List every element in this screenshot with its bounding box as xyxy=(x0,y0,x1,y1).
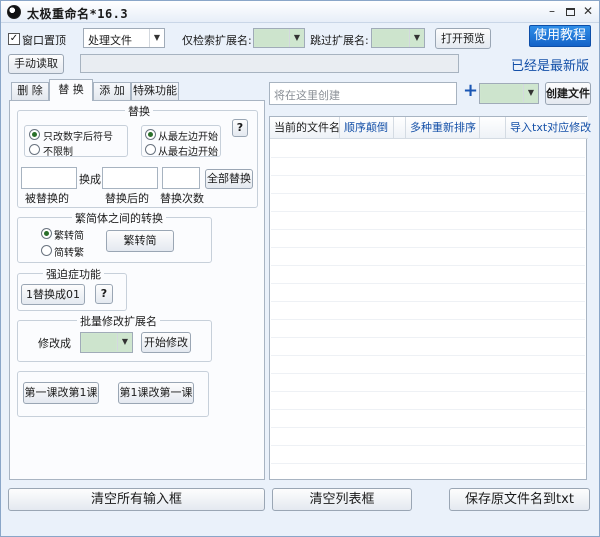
radio-unlimited-label: 不限制 xyxy=(43,147,73,158)
skip-ext-select[interactable]: ▼ xyxy=(371,28,425,48)
caption-after: 替换后的 xyxy=(105,192,149,205)
replace-help-button[interactable]: ? xyxy=(232,119,248,137)
start-change-button[interactable]: 开始修改 xyxy=(141,332,191,353)
replace-source-input[interactable] xyxy=(21,167,77,189)
tab-special[interactable]: 特殊功能 xyxy=(131,82,179,100)
change-to-label: 修改成 xyxy=(38,337,71,350)
version-status: 已经是最新版 xyxy=(511,59,590,74)
chevron-down-icon: ▼ xyxy=(149,29,164,47)
clear-all-inputs-button[interactable]: 清空所有输入框 xyxy=(8,488,265,511)
chevron-down-icon: ▼ xyxy=(409,29,424,47)
mode-select-value: 处理文件 xyxy=(88,34,132,47)
trad-simp-group-title: 繁简体之间的转换 xyxy=(72,210,166,226)
clear-list-button[interactable]: 清空列表框 xyxy=(272,488,412,511)
radio-from-right-label: 从最右边开始 xyxy=(158,147,218,158)
maximize-icon xyxy=(565,7,575,16)
chevron-down-icon: ▼ xyxy=(289,29,304,47)
create-name-placeholder: 将在这里创建 xyxy=(274,89,340,102)
column-reverse-order[interactable]: 顺序颠倒 xyxy=(340,117,394,139)
plus-icon: + xyxy=(463,80,479,101)
tab-add[interactable]: 添 加 xyxy=(93,82,131,100)
chevron-down-icon: ▼ xyxy=(117,333,132,351)
save-names-to-txt-button[interactable]: 保存原文件名到txt xyxy=(449,488,590,511)
search-ext-label: 仅检索扩展名: xyxy=(182,34,252,47)
caption-count: 替换次数 xyxy=(160,192,204,205)
ext-change-group-title: 批量修改扩展名 xyxy=(77,313,160,329)
open-preview-button[interactable]: 打开预览 xyxy=(435,28,491,49)
path-display-field[interactable] xyxy=(80,54,459,73)
search-ext-select[interactable]: ▼ xyxy=(253,28,305,48)
main-window: 太极重命名*16.3 – ✕ ✓ 窗口置顶 处理文件 ▼ 仅检索扩展名: ▼ 跳… xyxy=(0,0,600,537)
target-ext-select[interactable]: ▼ xyxy=(80,332,133,353)
window-title: 太极重命名*16.3 xyxy=(27,7,129,21)
chevron-down-icon: ▼ xyxy=(523,84,538,102)
column-import-txt[interactable]: 导入txt对应修改 xyxy=(506,117,591,139)
radio-trad-to-simp[interactable] xyxy=(41,228,52,239)
column-current-name[interactable]: 当前的文件名 xyxy=(270,117,340,139)
radio-digits-only-label: 只改数字后符号 xyxy=(43,132,113,143)
ocd-help-button[interactable]: ? xyxy=(95,284,113,304)
convert-chinese-button[interactable]: 繁转简 xyxy=(106,230,174,252)
radio-simp-to-trad[interactable] xyxy=(41,245,52,256)
ocd-group-title: 强迫症功能 xyxy=(43,266,104,282)
close-button[interactable]: ✕ xyxy=(579,4,597,20)
column-multi-sort[interactable]: 多种重新排序 xyxy=(406,117,480,139)
mode-select[interactable]: 处理文件 ▼ xyxy=(83,28,165,48)
tab-replace[interactable]: 替 换 xyxy=(49,79,93,101)
caption-before: 被替换的 xyxy=(25,192,69,205)
digit-to-chinese-lesson-button[interactable]: 第1课改第一课 xyxy=(118,382,194,404)
tab-panel-replace: 替换 只改数字后符号 不限制 从最左边开始 从最右边开始 ? 换成 全部替换 被… xyxy=(9,100,265,480)
create-file-button[interactable]: 创建文件 xyxy=(545,82,591,105)
maximize-button[interactable] xyxy=(561,4,579,20)
tab-delete[interactable]: 删 除 xyxy=(11,82,49,100)
create-ext-select[interactable]: ▼ xyxy=(479,83,539,104)
taiji-logo-icon xyxy=(7,5,21,19)
file-list[interactable]: 当前的文件名 顺序颠倒 多种重新排序 导入txt对应修改 xyxy=(269,116,591,480)
radio-unlimited[interactable] xyxy=(29,144,40,155)
minimize-button[interactable]: – xyxy=(543,4,561,20)
manual-read-button[interactable]: 手动读取 xyxy=(8,54,64,74)
radio-from-left[interactable] xyxy=(145,129,156,140)
replace-count-input[interactable] xyxy=(162,167,200,189)
swap-label: 换成 xyxy=(79,173,101,186)
title-bar: 太极重命名*16.3 – ✕ xyxy=(1,1,599,23)
replace-group-title: 替换 xyxy=(125,103,153,119)
radio-from-right[interactable] xyxy=(145,144,156,155)
replace-all-button[interactable]: 全部替换 xyxy=(205,169,253,189)
radio-trad-to-simp-label: 繁转简 xyxy=(54,231,84,242)
radio-digits-only[interactable] xyxy=(29,129,40,140)
pad-zero-button[interactable]: 1替换成01 xyxy=(21,284,85,305)
tutorial-button[interactable]: 使用教程 xyxy=(529,25,591,47)
skip-ext-label: 跳过扩展名: xyxy=(310,34,369,47)
replace-target-input[interactable] xyxy=(102,167,158,189)
radio-simp-to-trad-label: 简转繁 xyxy=(54,248,84,259)
always-on-top-checkbox[interactable]: ✓ xyxy=(8,33,20,45)
always-on-top-label: 窗口置顶 xyxy=(22,34,66,47)
radio-from-left-label: 从最左边开始 xyxy=(158,132,218,143)
create-name-input[interactable]: 将在这里创建 xyxy=(269,82,457,105)
chinese-to-digit-lesson-button[interactable]: 第一课改第1课 xyxy=(23,382,99,404)
